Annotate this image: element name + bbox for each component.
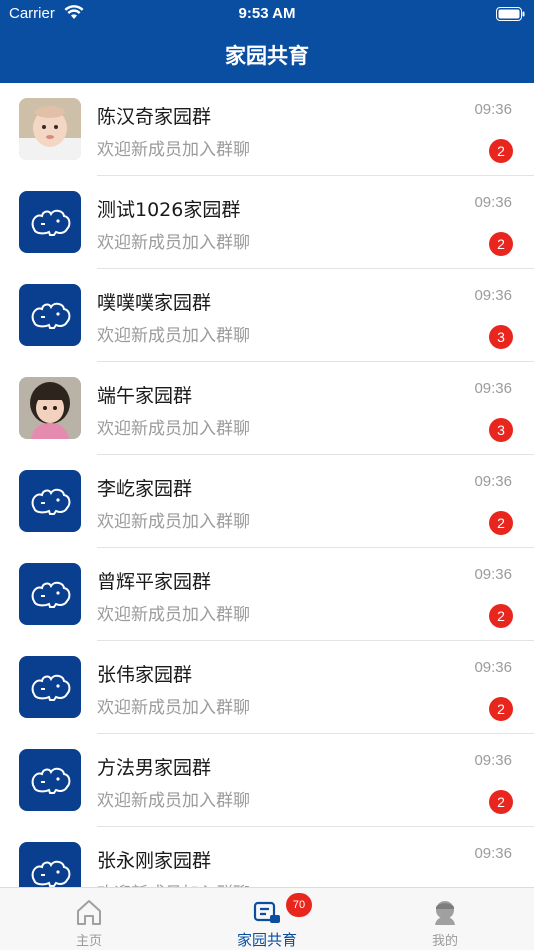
child-avatar-icon bbox=[19, 377, 81, 439]
unread-badge: 2 bbox=[489, 232, 513, 256]
chat-row[interactable]: 测试1026家园群 欢迎新成员加入群聊 09:36 2 bbox=[0, 176, 534, 269]
tab-family[interactable]: 70 家园共育 bbox=[178, 888, 356, 950]
chat-name: 噗噗噗家园群 bbox=[97, 292, 212, 314]
hippo-logo-icon bbox=[19, 470, 81, 532]
page-title: 家园共育 bbox=[225, 44, 309, 68]
chat-name: 张伟家园群 bbox=[97, 664, 193, 686]
unread-badge: 2 bbox=[489, 790, 513, 814]
tab-mine-label: 我的 bbox=[431, 934, 458, 949]
chat-last-message: 欢迎新成员加入群聊 bbox=[97, 233, 250, 253]
tab-home-label: 主页 bbox=[75, 934, 102, 949]
unread-badge: 2 bbox=[489, 139, 513, 163]
home-icon bbox=[77, 900, 101, 925]
nav-header: Carrier 9:53 AM 家园共育 bbox=[0, 0, 534, 83]
chat-time: 09:36 bbox=[474, 287, 512, 304]
chat-time: 09:36 bbox=[474, 566, 512, 583]
unread-badge: 3 bbox=[489, 325, 513, 349]
hippo-logo-icon bbox=[19, 842, 81, 887]
chat-time: 09:36 bbox=[474, 194, 512, 211]
chat-last-message: 欢迎新成员加入群聊 bbox=[97, 326, 250, 346]
unread-badge: 2 bbox=[489, 604, 513, 628]
unread-badge: 3 bbox=[489, 418, 513, 442]
hippo-logo-icon bbox=[19, 749, 81, 811]
tab-bar: 主页 70 家园共育 我的 bbox=[0, 887, 534, 950]
chat-time: 09:36 bbox=[474, 845, 512, 862]
chat-last-message: 欢迎新成员加入群聊 bbox=[97, 791, 250, 811]
chat-last-message: 欢迎新成员加入群聊 bbox=[97, 419, 250, 439]
chat-time: 09:36 bbox=[474, 659, 512, 676]
chat-last-message: 欢迎新成员加入群聊 bbox=[97, 698, 250, 718]
chat-time: 09:36 bbox=[474, 473, 512, 490]
hippo-logo-icon bbox=[19, 656, 81, 718]
chat-row[interactable]: 端午家园群 欢迎新成员加入群聊 09:36 3 bbox=[0, 362, 534, 455]
hippo-logo-icon bbox=[19, 563, 81, 625]
hippo-logo-icon bbox=[19, 284, 81, 346]
chat-row[interactable]: 张永刚家园群 欢迎新成员加入群聊 09:36 bbox=[0, 827, 534, 887]
chat-row[interactable]: 曾辉平家园群 欢迎新成员加入群聊 09:36 2 bbox=[0, 548, 534, 641]
chat-last-message: 欢迎新成员加入群聊 bbox=[97, 605, 250, 625]
chat-name: 测试1026家园群 bbox=[97, 199, 241, 221]
chat-row[interactable]: 李屹家园群 欢迎新成员加入群聊 09:36 2 bbox=[0, 455, 534, 548]
chat-name: 曾辉平家园群 bbox=[97, 571, 212, 593]
status-time: 9:53 AM bbox=[238, 5, 296, 22]
chat-name: 张永刚家园群 bbox=[97, 850, 212, 872]
chat-row[interactable]: 张伟家园群 欢迎新成员加入群聊 09:36 2 bbox=[0, 641, 534, 734]
chat-time: 09:36 bbox=[474, 380, 512, 397]
chat-name: 方法男家园群 bbox=[97, 757, 212, 779]
profile-icon bbox=[435, 901, 455, 925]
unread-badge: 2 bbox=[489, 697, 513, 721]
chat-list-icon bbox=[253, 901, 280, 923]
chat-row[interactable]: 噗噗噗家园群 欢迎新成员加入群聊 09:36 3 bbox=[0, 269, 534, 362]
hippo-logo-icon bbox=[19, 191, 81, 253]
tab-home[interactable]: 主页 bbox=[0, 888, 178, 950]
tab-family-badge: 70 bbox=[286, 893, 312, 917]
baby-avatar-icon bbox=[19, 98, 81, 160]
tab-family-label: 家园共育 bbox=[236, 931, 297, 949]
unread-badge: 2 bbox=[489, 511, 513, 535]
chat-name: 李屹家园群 bbox=[97, 478, 193, 500]
chat-time: 09:36 bbox=[474, 101, 512, 118]
battery-icon bbox=[496, 7, 525, 21]
chat-row[interactable]: 方法男家园群 欢迎新成员加入群聊 09:36 2 bbox=[0, 734, 534, 827]
app-screen: Carrier 9:53 AM 家园共育 陈汉奇家园群 欢迎新成员加入群聊 09… bbox=[0, 0, 534, 950]
chat-name: 端午家园群 bbox=[97, 385, 193, 407]
chat-last-message: 欢迎新成员加入群聊 bbox=[97, 512, 250, 532]
chat-row[interactable]: 陈汉奇家园群 欢迎新成员加入群聊 09:36 2 bbox=[0, 83, 534, 176]
tab-mine[interactable]: 我的 bbox=[356, 888, 534, 950]
chat-time: 09:36 bbox=[474, 752, 512, 769]
chat-last-message: 欢迎新成员加入群聊 bbox=[97, 879, 250, 887]
chat-list[interactable]: 陈汉奇家园群 欢迎新成员加入群聊 09:36 2 测试1026家园群 欢迎新成员… bbox=[0, 83, 534, 887]
chat-last-message: 欢迎新成员加入群聊 bbox=[97, 140, 250, 160]
status-bar: Carrier 9:53 AM bbox=[0, 0, 534, 28]
chat-name: 陈汉奇家园群 bbox=[97, 106, 212, 128]
